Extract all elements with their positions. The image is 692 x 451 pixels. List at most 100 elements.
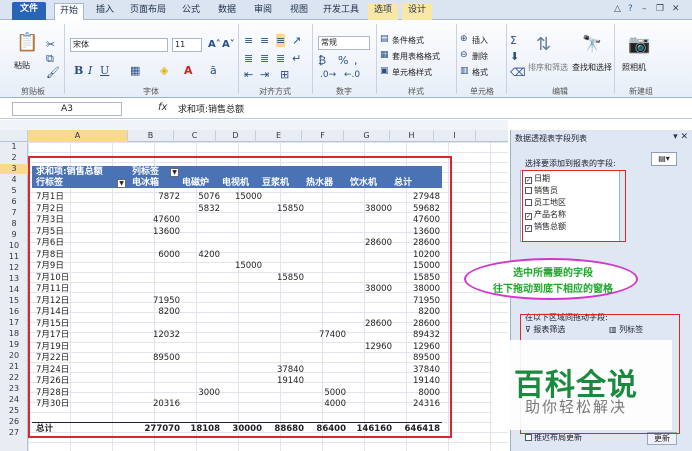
insert-function-icon[interactable]: fx [158,102,167,113]
autosum-icon[interactable]: Σ [510,34,517,47]
camera-button[interactable]: 照相机 [622,62,646,73]
italic-icon[interactable]: I [88,64,92,77]
format-as-table-button[interactable]: 套用表格格式 [392,51,440,62]
field-layout-icon[interactable]: ▤▾ [651,152,677,166]
merge-center-icon[interactable]: ⊞ [280,68,289,81]
fill-icon[interactable]: ⬇ [510,50,519,63]
tab-file[interactable]: 文件 [12,2,46,20]
help-icon[interactable]: ? [628,4,633,14]
row-header-2[interactable]: 2 [0,153,28,163]
row-header-10[interactable]: 10 [0,241,28,251]
row-header-21[interactable]: 21 [0,362,28,372]
row-header-19[interactable]: 19 [0,340,28,350]
orientation-icon[interactable]: ↗ [292,34,301,47]
tab-page-layout[interactable]: 页面布局 [126,3,170,20]
align-right-icon[interactable]: ≣ [276,52,285,65]
column-header-g[interactable]: G [344,130,390,142]
row-header-16[interactable]: 16 [0,307,28,317]
font-size-box[interactable]: 11 [172,38,202,52]
tab-pivot-options[interactable]: 选项 [368,3,398,20]
cut-icon[interactable]: ✂ [46,38,55,51]
currency-icon[interactable]: ₿ [318,54,326,67]
row-header-4[interactable]: 4 [0,175,28,185]
bold-icon[interactable]: B [74,64,83,77]
restore-icon[interactable]: ❐ [656,4,664,14]
indent-decrease-icon[interactable]: ⇤ [244,68,253,81]
percent-icon[interactable]: % [338,54,348,67]
tab-home[interactable]: 开始 [54,3,84,20]
grow-font-icon[interactable]: A˄ [208,39,221,50]
tab-formulas[interactable]: 公式 [176,3,206,20]
row-header-12[interactable]: 12 [0,263,28,273]
insert-cells-button[interactable]: 插入 [472,35,488,46]
clear-icon[interactable]: ⌫ [510,66,526,79]
align-top-icon[interactable]: ≡ [244,34,253,47]
number-format-box[interactable]: 常规 [318,36,370,50]
row-header-13[interactable]: 13 [0,274,28,284]
column-header-c[interactable]: C [174,130,216,142]
row-header-14[interactable]: 14 [0,285,28,295]
row-header-23[interactable]: 23 [0,384,28,394]
copy-icon[interactable]: ⧉ [46,52,54,66]
column-header-a[interactable]: A [28,130,128,142]
underline-icon[interactable]: U [100,64,109,77]
row-header-17[interactable]: 17 [0,318,28,328]
tab-data[interactable]: 数据 [212,3,242,20]
row-header-11[interactable]: 11 [0,252,28,262]
column-header-i[interactable]: I [434,130,476,142]
align-bottom-icon[interactable]: ≡ [276,34,286,47]
tab-pivot-design[interactable]: 设计 [402,3,432,20]
row-header-25[interactable]: 25 [0,406,28,416]
delete-cells-button[interactable]: 删除 [472,51,488,62]
tab-review[interactable]: 审阅 [248,3,278,20]
row-header-15[interactable]: 15 [0,296,28,306]
row-header-8[interactable]: 8 [0,219,28,229]
align-center-icon[interactable]: ≣ [260,52,269,65]
column-header-h[interactable]: H [390,130,434,142]
row-header-6[interactable]: 6 [0,197,28,207]
increase-decimal-icon[interactable]: .0→ [320,70,336,80]
cell-styles-icon[interactable]: ▣ [380,66,389,76]
column-header-d[interactable]: D [216,130,256,142]
conditional-format-icon[interactable]: ▤ [380,34,389,44]
font-name-box[interactable]: 宋体 [70,38,168,52]
align-middle-icon[interactable]: ≡ [260,34,269,47]
comma-style-icon[interactable]: , [354,54,358,67]
column-header-b[interactable]: B [128,130,174,142]
find-select-button[interactable]: 查找和选择 [572,62,612,73]
column-header-f[interactable]: F [302,130,344,142]
paste-label[interactable]: 粘贴 [14,60,30,71]
conditional-format-button[interactable]: 条件格式 [392,35,424,46]
collapse-ribbon-icon[interactable]: △ [614,4,621,14]
font-color-icon[interactable]: A [184,64,193,77]
row-header-3[interactable]: 3 [0,164,28,174]
align-left-icon[interactable]: ≣ [244,52,253,65]
tab-insert[interactable]: 插入 [90,3,120,20]
find-select-icon[interactable]: 🔭 [582,34,602,53]
phonetic-icon[interactable]: ā [210,64,217,77]
indent-increase-icon[interactable]: ⇥ [260,68,269,81]
insert-cells-icon[interactable]: ⊕ [460,34,468,44]
border-icon[interactable]: ▦ [130,64,140,77]
paste-icon[interactable]: 📋 [16,32,38,53]
row-header-18[interactable]: 18 [0,329,28,339]
decrease-decimal-icon[interactable]: ←.0 [344,70,360,80]
row-header-7[interactable]: 7 [0,208,28,218]
formula-input[interactable]: 求和项:销售总额 [178,102,244,115]
row-header-1[interactable]: 1 [0,142,28,152]
format-as-table-icon[interactable]: ▦ [380,50,389,60]
minimize-icon[interactable]: – [642,4,647,14]
format-cells-button[interactable]: 格式 [472,67,488,78]
close-icon[interactable]: ✕ [672,4,680,14]
row-header-20[interactable]: 20 [0,351,28,361]
row-header-26[interactable]: 26 [0,417,28,427]
camera-icon[interactable]: 📷 [628,34,650,55]
row-header-22[interactable]: 22 [0,373,28,383]
select-all-corner[interactable] [0,130,28,142]
delete-cells-icon[interactable]: ⊖ [460,50,468,60]
format-cells-icon[interactable]: ▥ [460,66,469,76]
row-header-24[interactable]: 24 [0,395,28,405]
format-painter-icon[interactable]: 🖌 [46,66,60,79]
cell-styles-button[interactable]: 单元格样式 [392,67,432,78]
row-header-5[interactable]: 5 [0,186,28,196]
